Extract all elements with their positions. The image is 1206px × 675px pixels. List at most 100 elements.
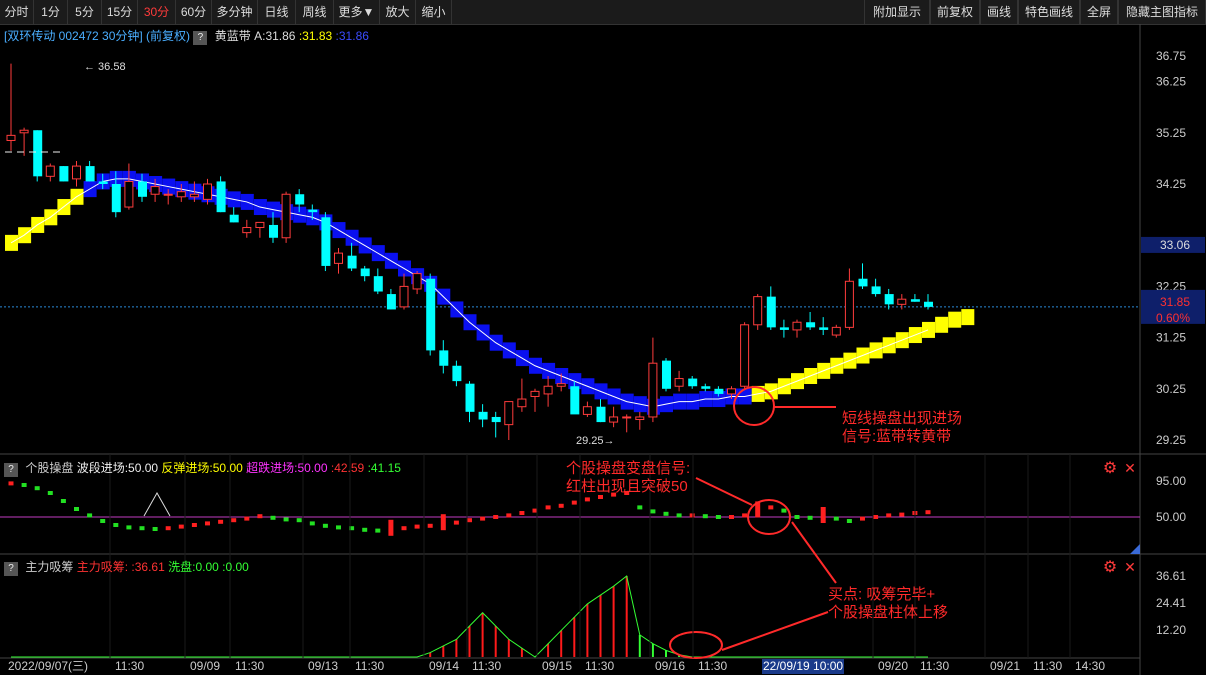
time-tick: 11:30 (115, 659, 144, 673)
time-tick: 09/09 (190, 659, 220, 673)
price-tick: 30.25 (1156, 382, 1186, 396)
osc-help-button[interactable]: ? (4, 463, 18, 477)
candle-body (150, 186, 160, 195)
osc-bar (139, 526, 145, 531)
candle-body (281, 193, 291, 239)
candle-body (530, 390, 540, 397)
osc-bar (296, 518, 302, 523)
osc-value-2: 反弹进场:50.00 (161, 461, 243, 475)
accum-tick: 12.20 (1156, 623, 1186, 637)
osc-bar (126, 525, 132, 530)
indicator-value-3: :31.86 (335, 29, 369, 43)
candle-body (714, 388, 724, 394)
osc-bar (480, 516, 486, 521)
osc-bar (34, 486, 40, 491)
candle-body (360, 268, 370, 277)
annotation-osc-line2: 红柱出现且突破50 (566, 478, 688, 495)
osc-bar (807, 515, 813, 520)
osc-bar (113, 523, 119, 527)
candle-body (321, 217, 331, 266)
candle-body (806, 322, 816, 328)
indicator-help-button[interactable]: ? (193, 31, 208, 45)
time-tick: 09/16 (655, 659, 685, 673)
time-tick: 11:30 (355, 659, 384, 673)
osc-bar (152, 527, 158, 531)
price-tick: 29.25 (1156, 433, 1186, 447)
candle-body (662, 360, 671, 389)
candle-body (753, 296, 763, 326)
osc-bar (676, 513, 682, 518)
candle-body (308, 209, 318, 213)
price-tick: 36.25 (1156, 75, 1186, 89)
accum-value-1: 主力吸筹: (76, 560, 129, 574)
accum-value-4: :0.00 (222, 560, 249, 574)
candle-body (19, 129, 29, 134)
osc-value-1: 波段进场:50.00 (76, 461, 159, 475)
candle-body (648, 362, 658, 418)
candle-body (59, 166, 69, 182)
osc-bar (545, 505, 551, 510)
osc-bar (820, 507, 826, 523)
time-tick: 11:30 (920, 659, 949, 673)
osc-bar (925, 510, 931, 515)
candle-body (504, 401, 514, 426)
candle-body (229, 214, 239, 223)
candle-body (727, 388, 736, 395)
osc-bar (453, 520, 459, 525)
candle-body (844, 280, 854, 328)
candle-body (6, 134, 16, 141)
osc-bar (493, 515, 499, 519)
accum-help-button[interactable]: ? (4, 562, 18, 576)
osc-bar (218, 519, 224, 524)
settings-icon: ⚙ (1103, 559, 1117, 576)
time-tick: 11:30 (698, 659, 727, 673)
time-tick: 11:30 (585, 659, 614, 673)
osc-bar (47, 491, 53, 495)
osc-bar (257, 514, 263, 519)
accum-name: 主力吸筹 (25, 560, 74, 574)
candle-body (688, 378, 698, 387)
candle-body (596, 406, 606, 423)
candle-body (570, 386, 580, 415)
osc-bar (388, 519, 394, 536)
time-tick: 09/14 (429, 659, 459, 673)
price-tick: 35.25 (1156, 126, 1186, 140)
osc-bar (336, 525, 341, 530)
time-tick: 09/21 (990, 659, 1020, 673)
candle-body (216, 181, 226, 213)
candle-body (766, 296, 776, 328)
annotation-arrow (791, 521, 837, 584)
osc-bar (650, 509, 656, 514)
osc-bar (519, 511, 525, 515)
candle-body (465, 383, 475, 412)
candle-body (347, 255, 357, 269)
osc-bar (873, 515, 879, 519)
indicator-value-a: A:31.86 (254, 29, 296, 43)
accum-value-2: :36.61 (131, 560, 165, 574)
time-tick: 09/20 (878, 659, 908, 673)
low-mark: 29.25→ (576, 435, 615, 447)
candle-body (334, 252, 343, 264)
osc-bar (899, 512, 905, 517)
candle-body (412, 273, 422, 290)
candle-body (138, 181, 147, 197)
osc-bar (244, 516, 250, 521)
annotation-short-signal: 短线操盘出现进场 信号:蓝带转黄带 (842, 410, 962, 446)
pct-tick: 0.60% (1156, 311, 1190, 325)
candle-body (426, 278, 436, 351)
indicator-name: 黄蓝带 (214, 29, 251, 43)
candle-body (779, 327, 789, 330)
osc-bar (467, 518, 472, 523)
candle-body (295, 194, 305, 205)
candle-body (124, 180, 134, 208)
candle-body (33, 130, 43, 177)
osc-bar (401, 526, 407, 531)
settings-icon: ⚙ (1103, 460, 1117, 477)
time-tick: 11:30 (235, 659, 264, 673)
osc-bar (191, 523, 197, 527)
price-tick: 36.75 (1156, 49, 1186, 63)
accum-header: ? 主力吸筹 主力吸筹: :36.61 洗盘:0.00 :0.00 (4, 558, 249, 576)
osc-bar (637, 505, 643, 510)
annotation-arrow (695, 477, 753, 506)
osc-value-3: 超跌进场:50.00 (246, 461, 328, 475)
